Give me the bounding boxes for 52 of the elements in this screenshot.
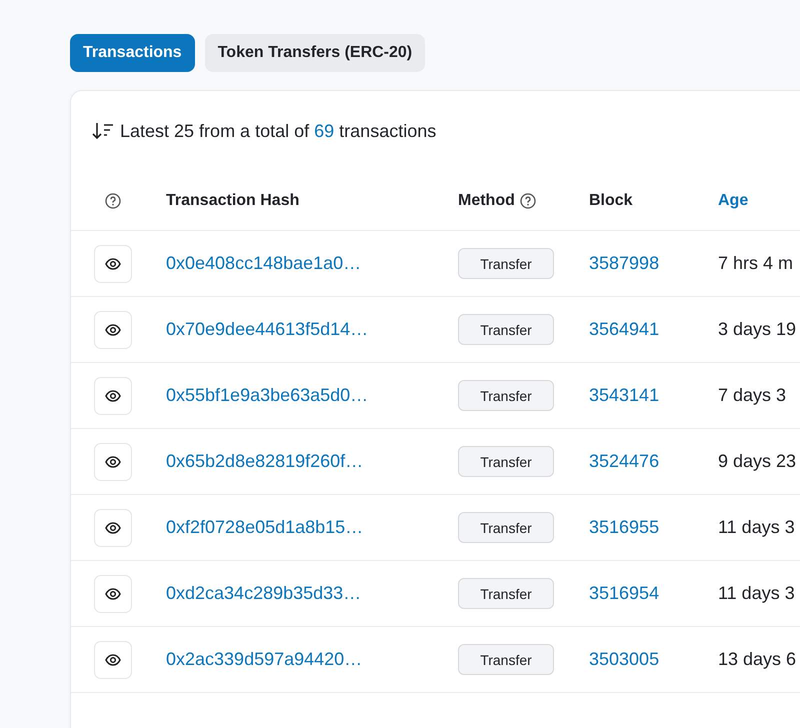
method-badge: Transfer bbox=[458, 578, 554, 609]
eye-icon bbox=[105, 456, 121, 468]
age-text: 9 days 23 bbox=[718, 451, 796, 472]
transaction-hash-link[interactable]: 0x0e408cc148bae1a0… bbox=[166, 253, 362, 274]
transaction-hash-link[interactable]: 0xf2f0728e05d1a8b15… bbox=[166, 517, 364, 538]
transaction-hash-link[interactable]: 0xd2ca34c289b35d33… bbox=[166, 583, 362, 604]
block-link[interactable]: 3524476 bbox=[589, 451, 660, 472]
tab[interactable]: Token Transfers (ERC-20) bbox=[204, 34, 426, 72]
age-text: 3 days 19 bbox=[718, 319, 796, 340]
method-badge: Transfer bbox=[458, 512, 554, 543]
transaction-hash-link[interactable]: 0x2ac339d597a94420… bbox=[166, 649, 362, 670]
help-icon bbox=[520, 192, 536, 208]
preview-button[interactable] bbox=[94, 508, 132, 546]
method-badge: Transfer bbox=[458, 380, 554, 411]
block-link[interactable]: 3543141 bbox=[589, 385, 660, 406]
method-badge: Transfer bbox=[458, 314, 554, 345]
summary-text: Latest 25 from a total of 69 transactions bbox=[120, 120, 436, 142]
transaction-hash-link[interactable]: 0x65b2d8e82819f260f… bbox=[166, 451, 364, 472]
block-link[interactable]: 3503005 bbox=[589, 649, 660, 670]
help-icon bbox=[105, 192, 121, 208]
block-link[interactable]: 3516954 bbox=[589, 583, 660, 604]
age-text: 7 hrs 4 m bbox=[718, 253, 794, 274]
column-header: Block bbox=[589, 192, 633, 210]
preview-button[interactable] bbox=[94, 244, 132, 282]
block-link[interactable]: 3516955 bbox=[589, 517, 660, 538]
eye-icon bbox=[105, 654, 121, 666]
sort-descending-icon bbox=[92, 122, 114, 140]
eye-icon bbox=[105, 588, 121, 600]
method-badge: Transfer bbox=[458, 248, 554, 279]
column-header-link[interactable]: Age bbox=[718, 192, 748, 210]
transaction-hash-link[interactable]: 0x55bf1e9a3be63a5d0… bbox=[166, 385, 368, 406]
preview-button[interactable] bbox=[94, 574, 132, 612]
preview-button[interactable] bbox=[94, 442, 132, 480]
method-badge: Transfer bbox=[458, 644, 554, 675]
block-link[interactable]: 3564941 bbox=[589, 319, 660, 340]
eye-icon bbox=[105, 390, 121, 402]
column-header: Transaction Hash bbox=[166, 192, 300, 210]
block-link[interactable]: 3587998 bbox=[589, 253, 660, 274]
method-badge: Transfer bbox=[458, 446, 554, 477]
tab[interactable]: Transactions bbox=[70, 34, 195, 72]
column-header: Method bbox=[458, 192, 515, 210]
age-text: 11 days 3 bbox=[718, 583, 795, 604]
age-text: 13 days 6 bbox=[718, 649, 796, 670]
preview-button[interactable] bbox=[94, 376, 132, 414]
preview-button[interactable] bbox=[94, 640, 132, 678]
age-text: 11 days 3 bbox=[718, 517, 795, 538]
age-text: 7 days 3 bbox=[718, 385, 786, 406]
transaction-hash-link[interactable]: 0x70e9dee44613f5d14… bbox=[166, 319, 368, 340]
eye-icon bbox=[105, 522, 121, 534]
eye-icon bbox=[105, 258, 121, 270]
eye-icon bbox=[105, 324, 121, 336]
preview-button[interactable] bbox=[94, 310, 132, 348]
